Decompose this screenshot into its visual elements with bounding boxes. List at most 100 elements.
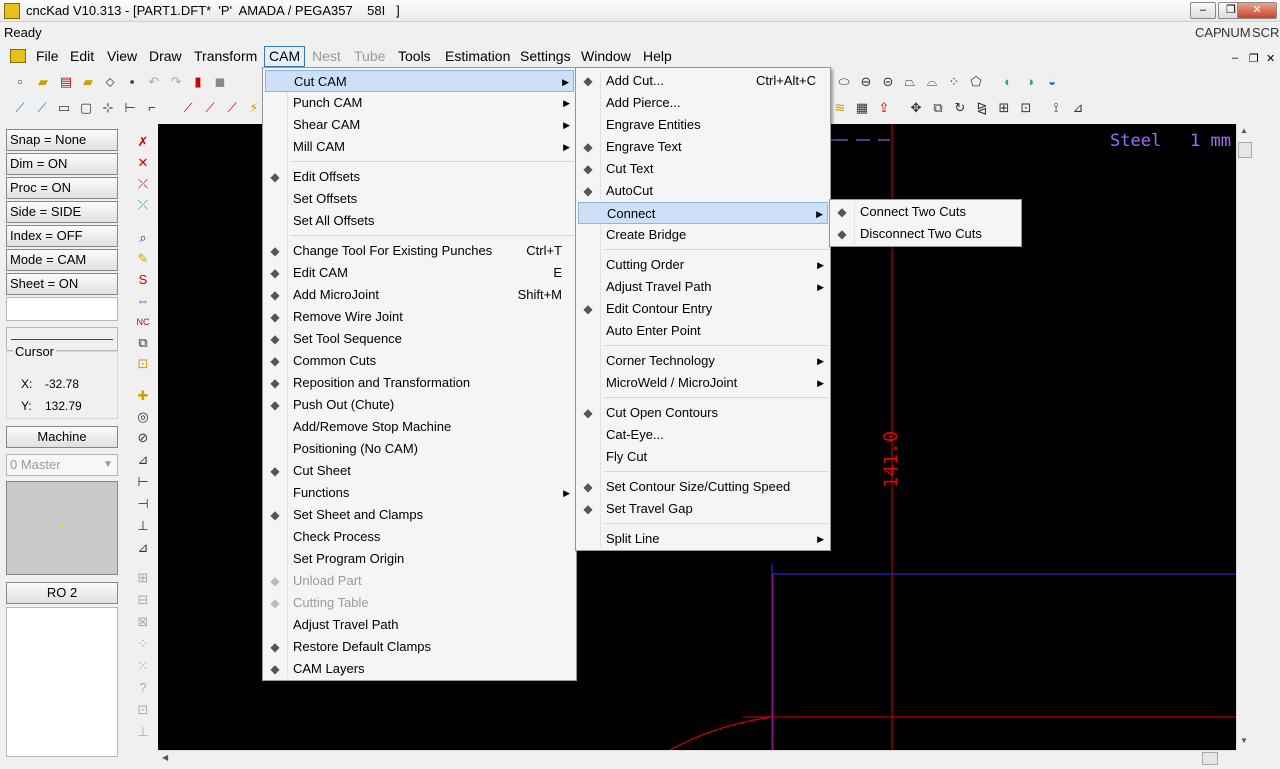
keyhole-icon[interactable]: ⌓ xyxy=(924,74,940,90)
chamfer-icon[interactable]: ⌐ xyxy=(144,100,160,116)
menu-item-engrave-entities[interactable]: Engrave Entities xyxy=(578,114,828,136)
vt-icon-14[interactable]: ⊘ xyxy=(135,430,151,446)
menu-item-adjust-travel-path[interactable]: Adjust Travel Path ▶ xyxy=(578,276,828,298)
rounded-rect-icon[interactable]: ▢ xyxy=(78,100,94,116)
menu-item-add-cut[interactable]: ◆ Add Cut... Ctrl+Alt+C xyxy=(578,70,828,92)
ellipse-icon[interactable]: ⬭ xyxy=(836,74,852,90)
line-icon[interactable]: ⟋ xyxy=(12,100,28,116)
vt-icon-2[interactable]: ✕ xyxy=(135,155,151,171)
menu-item-set-offsets[interactable]: Set Offsets xyxy=(265,188,574,210)
menu-item-autocut[interactable]: ◆ AutoCut xyxy=(578,180,828,202)
horizontal-scrollbar[interactable]: ◀ xyxy=(158,750,1236,766)
menu-item-punch-cam[interactable]: Punch CAM ▶ xyxy=(265,92,574,114)
proc-button[interactable]: Proc = ON xyxy=(6,177,118,199)
vt-icon-8[interactable]: ⇔ xyxy=(135,293,151,309)
vt-icon-27[interactable]: ⊥ xyxy=(135,724,151,740)
menu-transform[interactable]: Transform xyxy=(194,48,257,64)
grid-toolbar-icon[interactable]: ▦ xyxy=(854,100,870,116)
slot-icon[interactable]: ⊖ xyxy=(858,74,874,90)
menu-item-cutting-order[interactable]: Cutting Order ▶ xyxy=(578,254,828,276)
menu-view[interactable]: View xyxy=(107,48,137,64)
dim-button[interactable]: Dim = ON xyxy=(6,153,118,175)
extend-icon[interactable]: ⊢ xyxy=(122,100,138,116)
menu-item-connect[interactable]: Connect ▶ xyxy=(578,202,828,224)
delete-icon[interactable]: ◼ xyxy=(212,74,228,90)
vt-icon-15[interactable]: ⊿ xyxy=(135,452,151,468)
cut2-icon[interactable]: ⟋ xyxy=(202,100,218,116)
dimension-icon[interactable]: ⊿ xyxy=(1070,100,1086,116)
side-button[interactable]: Side = SIDE xyxy=(6,201,118,223)
menu-item-microweld-microjoint[interactable]: MicroWeld / MicroJoint ▶ xyxy=(578,372,828,394)
menu-item-cutting-table[interactable]: ◆ Cutting Table xyxy=(265,592,574,614)
menu-item-reposition-and-transformation[interactable]: ◆ Reposition and Transformation xyxy=(265,372,574,394)
vt-icon-17[interactable]: ⊣ xyxy=(135,496,151,512)
rotate-icon[interactable]: ↻ xyxy=(952,100,968,116)
menu-item-set-travel-gap[interactable]: ◆ Set Travel Gap xyxy=(578,498,828,520)
menu-item-push-out-chute[interactable]: ◆ Push Out (Chute) xyxy=(265,394,574,416)
menu-tools[interactable]: Tools xyxy=(398,48,431,64)
scroll-left-icon[interactable]: ◀ xyxy=(162,753,168,762)
index-button[interactable]: Index = OFF xyxy=(6,225,118,247)
menu-item-set-sheet-and-clamps[interactable]: ◆ Set Sheet and Clamps xyxy=(265,504,574,526)
master-combo[interactable]: 0 Master ▼ xyxy=(6,454,118,476)
nc-file-icon[interactable]: ▤ xyxy=(58,74,74,90)
vt-icon-26[interactable]: ⊡ xyxy=(135,702,151,718)
menu-item-cut-sheet[interactable]: ◆ Cut Sheet xyxy=(265,460,574,482)
mdi-restore-button[interactable]: ❐ xyxy=(1249,52,1259,65)
menu-cam[interactable]: CAM xyxy=(264,46,306,67)
menu-item-positioning-no-cam[interactable]: Positioning (No CAM) xyxy=(265,438,574,460)
menu-item-unload-part[interactable]: ◆ Unload Part xyxy=(265,570,574,592)
measure-icon[interactable]: ⟟ xyxy=(1048,100,1064,116)
menu-item-functions[interactable]: Functions ▶ xyxy=(265,482,574,504)
layers-toolbar-icon[interactable]: ≋ xyxy=(832,100,848,116)
menu-item-split-line[interactable]: Split Line ▶ xyxy=(578,528,828,550)
vt-icon-16[interactable]: ⊢ xyxy=(135,474,151,490)
minimize-button[interactable]: – xyxy=(1190,2,1216,19)
menu-item-shear-cam[interactable]: Shear CAM ▶ xyxy=(265,114,574,136)
sheet-button[interactable]: Sheet = ON xyxy=(6,273,118,295)
mode-button[interactable]: Mode = CAM xyxy=(6,249,118,271)
menu-item-set-all-offsets[interactable]: Set All Offsets xyxy=(265,210,574,232)
menu-draw[interactable]: Draw xyxy=(149,48,182,64)
menu-file[interactable]: File xyxy=(36,48,59,64)
new-file-icon[interactable]: ▫ xyxy=(12,74,28,90)
menu-tube[interactable]: Tube xyxy=(354,48,385,64)
ro-button[interactable]: RO 2 xyxy=(6,582,118,604)
menu-item-connect-two-cuts[interactable]: ◆ Connect Two Cuts xyxy=(832,201,1019,223)
menu-item-cut-cam[interactable]: Cut CAM ▶ xyxy=(265,70,574,92)
menu-item-cat-eye[interactable]: Cat-Eye... xyxy=(578,424,828,446)
menu-item-set-tool-sequence[interactable]: ◆ Set Tool Sequence xyxy=(265,328,574,350)
part-icon[interactable]: ◐ xyxy=(1000,74,1016,90)
menu-item-create-bridge[interactable]: Create Bridge xyxy=(578,224,828,246)
save-icon[interactable]: ▪ xyxy=(124,74,140,90)
points-icon[interactable]: ⁘ xyxy=(946,74,962,90)
vt-icon-13[interactable]: ◎ xyxy=(135,409,151,425)
scroll-down-icon[interactable]: ▼ xyxy=(1240,736,1248,745)
vt-icon-25[interactable]: ? xyxy=(135,680,151,696)
zoom-icon[interactable]: ⌕ xyxy=(135,230,151,246)
menu-edit[interactable]: Edit xyxy=(70,48,94,64)
pentagon-icon[interactable]: ⬠ xyxy=(968,74,984,90)
print-icon[interactable]: ▮ xyxy=(190,74,206,90)
vt-icon-3[interactable]: ⤫ xyxy=(135,176,151,192)
menu-item-cam-layers[interactable]: ◆ CAM Layers xyxy=(265,658,574,680)
menu-item-common-cuts[interactable]: ◆ Common Cuts xyxy=(265,350,574,372)
undo-icon[interactable]: ↶ xyxy=(146,74,162,90)
menu-estimation[interactable]: Estimation xyxy=(445,48,510,64)
vt-icon-21[interactable]: ⊟ xyxy=(135,592,151,608)
menu-item-cut-text[interactable]: ◆ Cut Text xyxy=(578,158,828,180)
mirror-icon[interactable]: ⧎ xyxy=(974,100,990,116)
menu-item-engrave-text[interactable]: ◆ Engrave Text xyxy=(578,136,828,158)
vt-icon-4[interactable]: ⤫ xyxy=(135,197,151,213)
rectangle-icon[interactable]: ▭ xyxy=(56,100,72,116)
array-icon[interactable]: ⊞ xyxy=(996,100,1012,116)
open-nc-icon[interactable]: ▰ xyxy=(80,74,96,90)
menu-window[interactable]: Window xyxy=(581,48,631,64)
part-edit-icon[interactable]: ◑ xyxy=(1022,74,1038,90)
vt-icon-23[interactable]: ⁘ xyxy=(135,636,151,652)
menu-settings[interactable]: Settings xyxy=(520,48,571,64)
import-icon[interactable]: ⬦ xyxy=(102,74,118,90)
move-icon[interactable]: ✥ xyxy=(908,100,924,116)
vt-icon-1[interactable]: ✗ xyxy=(135,134,151,150)
menu-nest[interactable]: Nest xyxy=(312,48,341,64)
